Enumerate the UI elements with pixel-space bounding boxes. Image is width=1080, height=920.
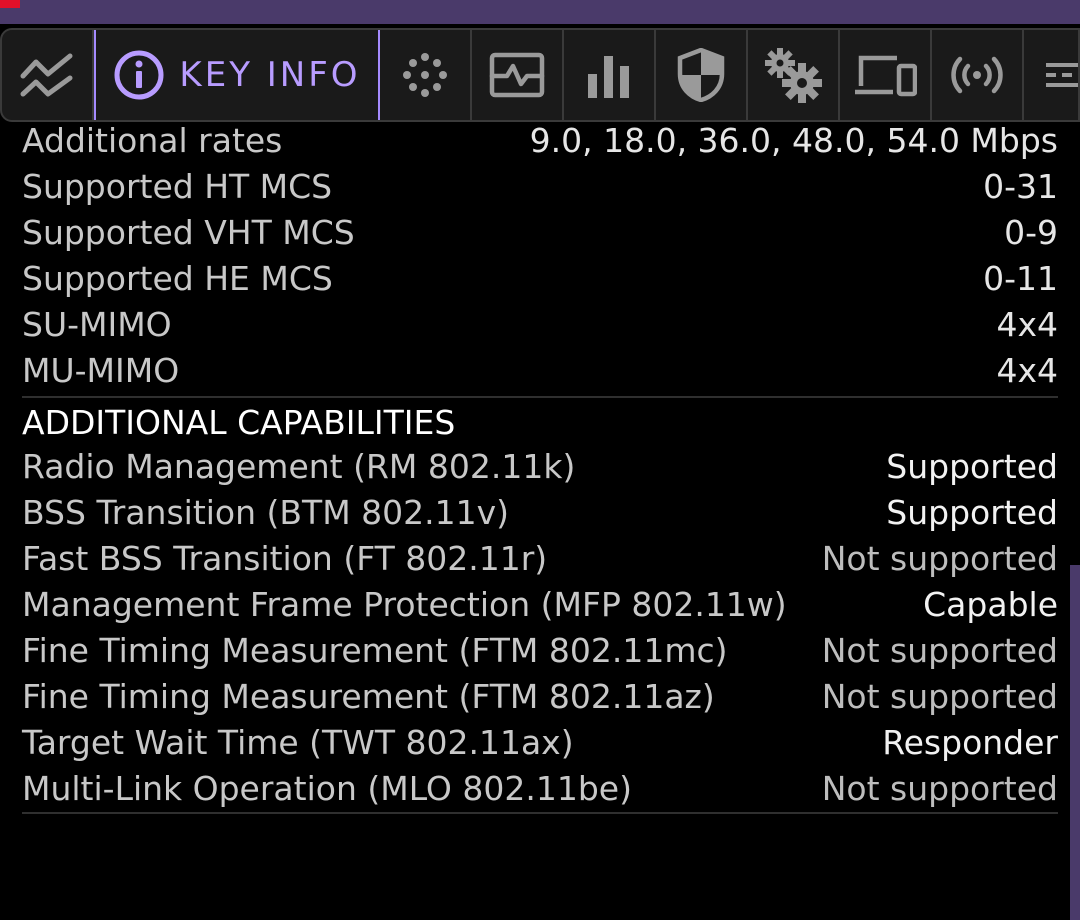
tab-overview[interactable] bbox=[2, 30, 94, 120]
row-value: Capable bbox=[923, 585, 1058, 624]
tab-more[interactable] bbox=[1024, 30, 1078, 120]
row-value: 0-9 bbox=[1004, 213, 1058, 252]
list-item: Multi-Link Operation (MLO 802.11be) Not … bbox=[22, 766, 1058, 812]
row-value: Supported bbox=[886, 447, 1058, 486]
tab-settings[interactable] bbox=[748, 30, 840, 120]
tab-scan[interactable] bbox=[380, 30, 472, 120]
recording-indicator bbox=[0, 0, 20, 8]
list-item: MU-MIMO 4x4 bbox=[22, 348, 1058, 394]
section-title: ADDITIONAL CAPABILITIES bbox=[22, 403, 456, 442]
list-item: SU-MIMO 4x4 bbox=[22, 302, 1058, 348]
list-item: Fast BSS Transition (FT 802.11r) Not sup… bbox=[22, 536, 1058, 582]
row-value: Not supported bbox=[821, 631, 1058, 670]
list-item: Fine Timing Measurement (FTM 802.11mc) N… bbox=[22, 628, 1058, 674]
list-item: Fine Timing Measurement (FTM 802.11az) N… bbox=[22, 674, 1058, 720]
list-item: Additional rates 9.0, 18.0, 36.0, 48.0, … bbox=[22, 118, 1058, 164]
tab-key-info[interactable]: KEY INFO bbox=[94, 30, 380, 120]
scrollbar[interactable] bbox=[1070, 565, 1080, 920]
divider bbox=[22, 812, 1058, 814]
tab-key-info-label: KEY INFO bbox=[179, 55, 361, 95]
list-item: Supported HE MCS 0-11 bbox=[22, 256, 1058, 302]
tab-security[interactable] bbox=[656, 30, 748, 120]
shield-icon bbox=[677, 48, 725, 102]
row-key: Fast BSS Transition (FT 802.11r) bbox=[22, 539, 548, 578]
row-value: 0-31 bbox=[983, 167, 1058, 206]
row-key: SU-MIMO bbox=[22, 305, 172, 344]
row-value: 0-11 bbox=[983, 259, 1058, 298]
row-key: MU-MIMO bbox=[22, 351, 180, 390]
list-item: Radio Management (RM 802.11k) Supported bbox=[22, 444, 1058, 490]
list-item: BSS Transition (BTM 802.11v) Supported bbox=[22, 490, 1058, 536]
row-value: 4x4 bbox=[996, 351, 1058, 390]
more-icon bbox=[1046, 63, 1078, 87]
dots-grid-icon bbox=[403, 53, 447, 97]
row-key: Multi-Link Operation (MLO 802.11be) bbox=[22, 769, 632, 808]
list-item: Supported HT MCS 0-31 bbox=[22, 164, 1058, 210]
tab-devices[interactable] bbox=[840, 30, 932, 120]
row-key: Additional rates bbox=[22, 121, 283, 160]
row-key: BSS Transition (BTM 802.11v) bbox=[22, 493, 510, 532]
row-key: Fine Timing Measurement (FTM 802.11mc) bbox=[22, 631, 728, 670]
row-value: Not supported bbox=[821, 677, 1058, 716]
row-value: 9.0, 18.0, 36.0, 48.0, 54.0 Mbps bbox=[529, 121, 1058, 160]
tab-toolbar: KEY INFO bbox=[0, 28, 1080, 122]
chart-line-icon bbox=[20, 53, 73, 97]
row-key: Radio Management (RM 802.11k) bbox=[22, 447, 576, 486]
bar-chart-icon bbox=[588, 56, 629, 98]
broadcast-icon bbox=[951, 56, 1003, 94]
tab-statistics[interactable] bbox=[564, 30, 656, 120]
list-item: Management Frame Protection (MFP 802.11w… bbox=[22, 582, 1058, 628]
row-key: Supported HE MCS bbox=[22, 259, 333, 298]
row-value: Supported bbox=[886, 493, 1058, 532]
list-item: Target Wait Time (TWT 802.11ax) Responde… bbox=[22, 720, 1058, 766]
row-value: 4x4 bbox=[996, 305, 1058, 344]
row-key: Supported HT MCS bbox=[22, 167, 333, 206]
status-bar bbox=[0, 0, 1080, 24]
info-circle-icon bbox=[114, 50, 164, 100]
tab-signal[interactable] bbox=[472, 30, 564, 120]
list-item: Supported VHT MCS 0-9 bbox=[22, 210, 1058, 256]
row-value: Responder bbox=[882, 723, 1058, 762]
tab-broadcast[interactable] bbox=[932, 30, 1024, 120]
row-key: Supported VHT MCS bbox=[22, 213, 355, 252]
row-key: Management Frame Protection (MFP 802.11w… bbox=[22, 585, 787, 624]
row-key: Target Wait Time (TWT 802.11ax) bbox=[22, 723, 574, 762]
devices-icon bbox=[855, 55, 917, 97]
gears-icon bbox=[765, 48, 822, 103]
signal-graph-icon bbox=[489, 52, 545, 98]
divider bbox=[22, 396, 1058, 398]
row-value: Not supported bbox=[821, 769, 1058, 808]
row-key: Fine Timing Measurement (FTM 802.11az) bbox=[22, 677, 715, 716]
row-value: Not supported bbox=[821, 539, 1058, 578]
